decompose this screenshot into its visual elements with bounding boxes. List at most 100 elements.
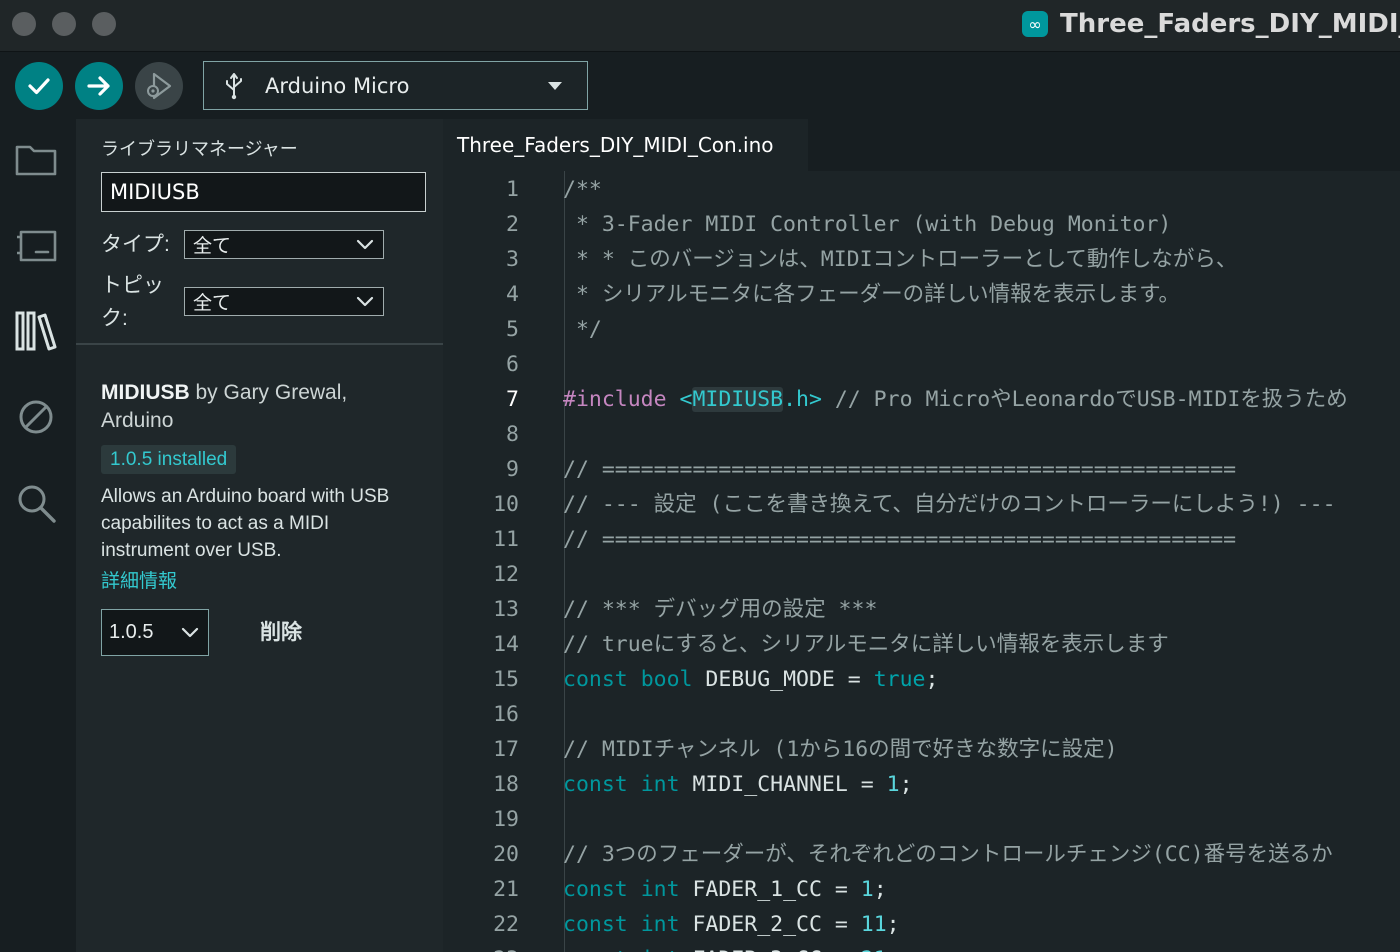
title-bar: ∞ Three_Faders_DIY_MIDI_Co [0, 0, 1400, 52]
line-number: 1 [506, 177, 519, 202]
code-line[interactable]: 11 // ===================================… [443, 522, 1400, 557]
code-token: const [563, 947, 628, 952]
close-window-button[interactable] [12, 12, 36, 36]
code-token: int [640, 912, 680, 937]
code-token: MIDI_CHANNEL = [679, 772, 887, 797]
topic-filter-label: トピッ [101, 274, 164, 297]
installed-badge: 1.0.5 installed [101, 445, 237, 474]
code-line[interactable]: 14 // trueにすると、シリアルモニタに詳しい情報を表示します [443, 627, 1400, 662]
code-token: MIDIUSB [692, 387, 784, 412]
code-token: const [563, 772, 628, 797]
code-token: int [640, 772, 680, 797]
check-icon [28, 78, 50, 95]
line-number: 2 [506, 212, 519, 237]
tab-sketch-file[interactable]: Three_Faders_DIY_MIDI_Con.ino [443, 119, 808, 171]
code-line[interactable]: 15 const bool DEBUG_MODE = true; [443, 662, 1400, 697]
code-token: 1 [886, 772, 900, 797]
code-token: < [679, 387, 693, 412]
line-number: 19 [493, 807, 519, 832]
code-line[interactable]: 2 * 3-Fader MIDI Controller (with Debug … [443, 207, 1400, 242]
code-line[interactable]: 7 #include <MIDIUSB.h> // Pro MicroやLeona… [443, 382, 1400, 417]
no-entry-icon [19, 400, 53, 434]
type-filter-select[interactable]: 全て [184, 230, 384, 259]
library-manager-panel: ライブラリマネージャー タイプ: 全て トピッ ク: 全て MIDIUSB by… [76, 119, 443, 952]
verify-button[interactable] [15, 62, 63, 110]
sketchbook-button[interactable] [14, 137, 58, 181]
window-title: Three_Faders_DIY_MIDI_Co [1060, 9, 1400, 39]
code-line[interactable]: 8 [443, 417, 1400, 452]
code-editor[interactable]: 1 /** 2 * 3-Fader MIDI Controller (with De… [443, 171, 1400, 952]
line-number: 10 [493, 492, 519, 517]
code-token: * * このバージョンは、MIDIコントローラーとして動作しながら、 [563, 247, 1238, 272]
code-line[interactable]: 13 // *** デバッグ用の設定 *** [443, 592, 1400, 627]
code-line[interactable]: 3 * * このバージョンは、MIDIコントローラーとして動作しながら、 [443, 242, 1400, 277]
code-line[interactable]: 20 // 3つのフェーダーが、それぞれどのコントロールチェンジ(CC)番号を送る… [443, 837, 1400, 872]
code-text: const int FADER_1_CC = 1; [563, 872, 887, 907]
code-line[interactable]: 16 [443, 697, 1400, 732]
activity-bar [0, 119, 76, 952]
code-token: DEBUG_MODE = [692, 667, 874, 692]
topic-filter-select[interactable]: 全て [184, 287, 384, 316]
line-number: 23 [459, 942, 519, 952]
zoom-window-button[interactable] [92, 12, 116, 36]
library-item-title: MIDIUSB by Gary Grewal, Arduino [101, 379, 421, 435]
code-token: * シリアルモニタに各フェーダーの詳しい情報を表示します。 [563, 282, 1180, 307]
line-number: 16 [493, 702, 519, 727]
code-line[interactable]: 17 // MIDIチャンネル (1から16の間で好きな数字に設定) [443, 732, 1400, 767]
code-text: * * このバージョンは、MIDIコントローラーとして動作しながら、 [563, 242, 1238, 277]
minimize-window-button[interactable] [52, 12, 76, 36]
code-token: .h> [783, 387, 822, 412]
code-line[interactable]: 4 * シリアルモニタに各フェーダーの詳しい情報を表示します。 [443, 277, 1400, 312]
code-text: // --- 設定 (ここを書き換えて、自分だけのコントローラーにしよう!) -… [563, 487, 1336, 522]
code-token: const [563, 912, 628, 937]
tab-strip: Three_Faders_DIY_MIDI_Con.ino [443, 119, 1400, 171]
arduino-logo-icon: ∞ [1022, 11, 1048, 37]
debugger-button[interactable] [14, 395, 58, 439]
line-number: 14 [493, 632, 519, 657]
line-number: 8 [506, 422, 519, 447]
version-select[interactable]: 1.0.5 [101, 609, 209, 656]
code-token: const [563, 667, 628, 692]
code-line[interactable]: 21 const int FADER_1_CC = 1; [443, 872, 1400, 907]
code-text: */ [563, 312, 602, 347]
search-button[interactable] [14, 481, 58, 525]
chevron-down-icon [548, 82, 562, 90]
code-token: 21 [861, 947, 887, 952]
boards-manager-button[interactable] [14, 223, 58, 267]
code-token: 11 [860, 912, 887, 937]
code-line[interactable]: 1 /** [443, 172, 1400, 207]
board-name: Arduino Micro [265, 73, 410, 98]
library-item-name: MIDIUSB [101, 381, 190, 404]
code-text: // =====================================… [563, 452, 1236, 487]
upload-button[interactable] [75, 62, 123, 110]
code-line[interactable]: 22 const int FADER_2_CC = 11; [443, 907, 1400, 942]
more-info-link[interactable]: 詳細情報 [101, 566, 177, 593]
code-token: // 3つのフェーダーが、それぞれどのコントロールチェンジ(CC)番号を送るか [563, 842, 1333, 867]
code-line[interactable]: 5 */ [443, 312, 1400, 347]
line-number: 11 [493, 527, 519, 552]
toolbar: Arduino Micro [0, 53, 1400, 119]
line-number: 9 [506, 457, 519, 482]
library-search-input[interactable] [101, 172, 426, 212]
window-title-group: ∞ Three_Faders_DIY_MIDI_Co [1022, 8, 1400, 40]
code-token: FADER_3_CC = [680, 947, 861, 952]
code-line[interactable]: 23 const int FADER_3_CC = 21; [443, 942, 1400, 952]
library-manager-button[interactable] [14, 309, 58, 353]
code-token: // Pro MicroやLeonardoでUSB-MIDIを扱うため [821, 387, 1348, 412]
library-icon [15, 311, 57, 351]
code-token: * 3-Fader MIDI Controller (with Debug Mo… [563, 212, 1172, 237]
code-line[interactable]: 18 const int MIDI_CHANNEL = 1; [443, 767, 1400, 802]
code-line[interactable]: 12 [443, 557, 1400, 592]
board-selector[interactable]: Arduino Micro [203, 61, 588, 110]
code-line[interactable]: 10 // --- 設定 (ここを書き換えて、自分だけのコントローラーにしよう!)… [443, 487, 1400, 522]
code-line[interactable]: 6 [443, 347, 1400, 382]
arrow-right-icon [87, 76, 110, 96]
code-line[interactable]: 19 [443, 802, 1400, 837]
code-line[interactable]: 9 // ====================================… [443, 452, 1400, 487]
code-token: // --- 設定 (ここを書き換えて、自分だけのコントローラーにしよう!) -… [563, 492, 1336, 517]
debug-button[interactable] [135, 62, 183, 110]
code-token: FADER_2_CC = [679, 912, 861, 937]
remove-button[interactable]: 削除 [260, 616, 302, 646]
